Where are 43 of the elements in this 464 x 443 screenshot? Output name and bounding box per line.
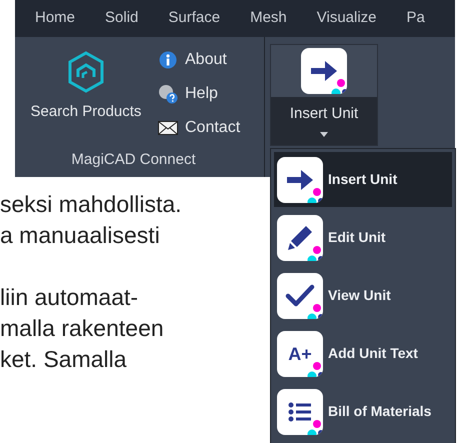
article-text: liin automaat- — [0, 283, 138, 312]
list-icon — [288, 400, 312, 422]
ribbon-link[interactable]: About — [157, 47, 240, 73]
menu-item[interactable]: Edit Unit — [274, 210, 452, 265]
menu-item[interactable]: A+ Add Unit Text — [274, 326, 452, 381]
ribbon-tab[interactable]: Mesh — [250, 7, 287, 30]
help-globe-icon — [158, 84, 178, 104]
arrow-icon — [285, 168, 315, 192]
menu-item-label: Bill of Materials — [328, 402, 432, 421]
ribbon-tab[interactable]: Home — [35, 7, 76, 30]
color-dots-icon — [307, 418, 323, 434]
article-text: ket. Samalla — [0, 345, 127, 374]
menu-item[interactable]: View Unit — [274, 268, 452, 323]
pencil-icon — [286, 224, 314, 252]
article-text: malla rakenteen — [0, 314, 164, 343]
info-icon — [159, 51, 177, 69]
insert-unit-button[interactable]: Insert Unit — [270, 44, 378, 146]
color-dots-icon — [331, 78, 347, 94]
menu-item-label: Edit Unit — [328, 228, 386, 247]
search-products-button[interactable]: Search Products — [15, 45, 157, 148]
color-dots-icon — [307, 302, 323, 318]
ribbon-tab[interactable]: Visualize — [316, 7, 377, 30]
article-text: seksi mahdollista. — [0, 190, 182, 219]
arrow-icon — [309, 59, 339, 83]
ribbon-link[interactable]: Help — [157, 81, 240, 107]
ribbon-tab[interactable]: Surface — [168, 7, 220, 30]
group-title: MagiCAD Connect — [70, 150, 197, 170]
menu-item[interactable]: Bill of Materials — [274, 384, 452, 439]
color-dots-icon — [307, 186, 323, 202]
color-dots-icon — [307, 244, 323, 260]
checkmark-icon — [285, 284, 315, 308]
menu-item-label: Insert Unit — [328, 170, 398, 189]
envelope-icon — [158, 121, 178, 135]
ribbon-tab[interactable]: Pa — [406, 7, 425, 30]
hexagon-logo-icon — [67, 51, 105, 93]
icon-label: A+ — [288, 344, 312, 362]
ribbon-link[interactable]: Contact — [157, 115, 240, 141]
menu-item[interactable]: Insert Unit — [274, 152, 452, 207]
color-dots-icon — [307, 360, 323, 376]
article-text: a manuaalisesti — [0, 221, 160, 250]
menu-item-label: View Unit — [328, 286, 391, 305]
menu-item-label: Add Unit Text — [328, 344, 418, 363]
ribbon-tab[interactable]: Solid — [105, 7, 138, 30]
